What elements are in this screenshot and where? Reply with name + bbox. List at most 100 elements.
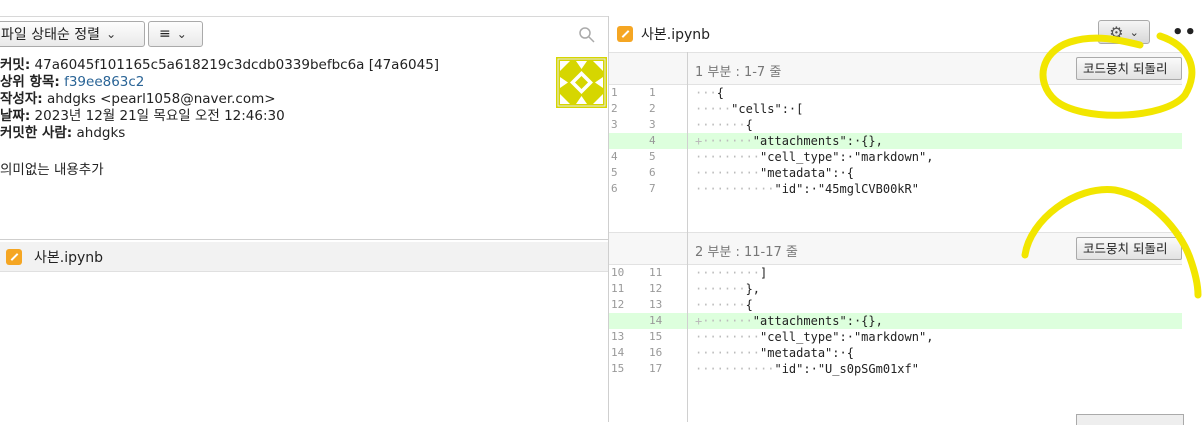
new-line-number: 17 — [649, 362, 663, 375]
code-text: ·······{ — [695, 297, 753, 313]
date-label: 날짜: — [0, 108, 31, 124]
code-content: { — [716, 86, 724, 100]
new-line-number: 16 — [649, 346, 663, 359]
hunk-title: 2 부분 : 11-17 줄 — [695, 245, 798, 260]
old-line-number: 11 — [611, 282, 625, 295]
old-line-number: 2 — [611, 102, 618, 115]
revert-hunk-button[interactable]: 코드뭉치 되돌리 — [1076, 237, 1182, 260]
code-content: "attachments":·{}, — [752, 134, 883, 148]
parent-hash-link[interactable]: f39ee863c2 — [64, 74, 144, 90]
code-text: ···········"id":·"45mglCVB00kR" — [695, 181, 919, 197]
diff-file-name: 사본.ipynb — [641, 27, 711, 43]
code-text: ·······{ — [695, 117, 753, 133]
parent-row: 상위 항목: f39ee863c2 — [0, 74, 560, 91]
new-line-number: 13 — [649, 298, 663, 311]
revert-hunk-button-partial[interactable] — [1076, 414, 1184, 425]
code-text: ·········"cell_type":·"markdown", — [695, 149, 933, 165]
new-line-number: 5 — [649, 150, 656, 163]
settings-dropdown[interactable]: ⚙ ⌄ — [1098, 20, 1150, 44]
code-text: +·······"attachments":·{}, — [695, 313, 883, 329]
commit-row: 커밋: 47a6045f101165c5a618219c3dcdb0339bef… — [0, 57, 560, 74]
whitespace-markers: ······· — [695, 282, 746, 296]
hunk-header: 1 부분 : 1-7 줄 코드뭉치 되돌리 — [609, 52, 1182, 85]
new-line-number: 15 — [649, 330, 663, 343]
code-text: ·········] — [695, 265, 767, 281]
context-line: 11 12 ·······}, — [609, 281, 1182, 297]
changed-file-name: 사본.ipynb — [34, 249, 104, 266]
whitespace-markers: ······· — [695, 118, 746, 132]
old-line-number: 15 — [611, 362, 625, 375]
code-content: ] — [760, 266, 768, 280]
commit-hash: 47a6045f101165c5a618219c3dcdb0339befbc6a… — [34, 57, 440, 73]
whitespace-markers: ········· — [695, 266, 761, 280]
code-content: { — [745, 298, 753, 312]
whitespace-markers: ········· — [695, 346, 761, 360]
whitespace-markers: +······· — [695, 134, 753, 148]
more-options-icon[interactable]: •• — [1172, 22, 1197, 43]
search-icon[interactable] — [578, 26, 596, 44]
whitespace-markers: ··········· — [695, 182, 775, 196]
new-line-number: 1 — [649, 86, 656, 99]
context-line: 4 5 ·········"cell_type":·"markdown", — [609, 149, 1182, 165]
chevron-down-icon: ⌄ — [1129, 25, 1139, 39]
code-text: ·········"cell_type":·"markdown", — [695, 329, 933, 345]
context-line: 1 1 ···{ — [609, 85, 1182, 101]
avatar — [556, 57, 607, 108]
committer-label: 커밋한 사람: — [0, 125, 73, 141]
committer-row: 커밋한 사람: ahdgks — [0, 125, 560, 142]
old-line-number: 5 — [611, 166, 618, 179]
author-value: ahdgks <pearl1058@naver.com> — [46, 91, 276, 107]
context-line: 14 16 ·········"metadata":·{ — [609, 345, 1182, 361]
old-line-number: 13 — [611, 330, 625, 343]
new-line-number: 3 — [649, 118, 656, 131]
context-line: 5 6 ·········"metadata":·{ — [609, 165, 1182, 181]
left-toolbar: 파일 상태순 정렬 ⌄ ≡ ⌄ — [0, 17, 608, 53]
whitespace-markers: ······· — [695, 298, 746, 312]
code-text: ·········"metadata":·{ — [695, 165, 854, 181]
old-line-number: 1 — [611, 86, 618, 99]
old-line-number: 6 — [611, 182, 618, 195]
modified-file-icon — [6, 248, 22, 265]
new-line-number: 4 — [649, 134, 656, 147]
new-line-number: 14 — [649, 314, 663, 327]
hunk-title: 1 부분 : 1-7 줄 — [695, 65, 782, 80]
code-content: { — [745, 118, 753, 132]
whitespace-markers: ········· — [695, 150, 761, 164]
list-icon: ≡ — [159, 26, 171, 42]
old-line-number: 14 — [611, 346, 625, 359]
added-line: 14 +·······"attachments":·{}, — [609, 313, 1182, 329]
date-row: 날짜: 2023년 12월 21일 목요일 오전 12:46:30 — [0, 108, 560, 125]
old-line-number: 12 — [611, 298, 625, 311]
code-text: ···{ — [695, 85, 724, 101]
whitespace-markers: ··· — [695, 86, 717, 100]
sort-dropdown[interactable]: 파일 상태순 정렬 ⌄ — [0, 21, 145, 47]
code-content: "metadata":·{ — [760, 166, 854, 180]
code-text: ·······}, — [695, 281, 760, 297]
new-line-number: 2 — [649, 102, 656, 115]
old-line-number: 10 — [611, 266, 625, 279]
code-text: ·····"cells":·[ — [695, 101, 803, 117]
commit-details-pane: 파일 상태순 정렬 ⌄ ≡ ⌄ 커밋: 47a6045f101165c5a618… — [0, 16, 608, 423]
context-line: 15 17 ···········"id":·"U_s0pSGm01xf" — [609, 361, 1182, 377]
code-text: ·········"metadata":·{ — [695, 345, 854, 361]
author-row: 작성자: ahdgks <pearl1058@naver.com> — [0, 91, 560, 108]
diff-pane: 사본.ipynb ⚙ ⌄ •• 1 부분 : 1-7 줄 코드뭉치 되돌리 1 1 ··… — [609, 16, 1202, 425]
changed-file-item[interactable]: 사본.ipynb — [0, 242, 608, 272]
view-mode-dropdown[interactable]: ≡ ⌄ — [148, 21, 203, 47]
commit-label: 커밋: — [0, 57, 31, 73]
context-line: 3 3 ·······{ — [609, 117, 1182, 133]
code-content: "cell_type":·"markdown", — [760, 330, 934, 344]
code-content: }, — [745, 282, 761, 296]
commit-message: 의미없는 내용추가 — [0, 162, 104, 178]
hunk-header: 2 부분 : 11-17 줄 코드뭉치 되돌리 — [609, 232, 1182, 265]
gear-icon: ⚙ — [1109, 22, 1124, 42]
whitespace-markers: ········· — [695, 166, 761, 180]
new-line-number: 11 — [649, 266, 663, 279]
whitespace-markers: +······· — [695, 314, 753, 328]
revert-hunk-button[interactable]: 코드뭉치 되돌리 — [1076, 57, 1182, 80]
whitespace-markers: ········· — [695, 330, 761, 344]
pane-divider[interactable] — [0, 239, 608, 240]
code-content: "cells":·[ — [731, 102, 804, 116]
commit-info: 커밋: 47a6045f101165c5a618219c3dcdb0339bef… — [0, 57, 560, 142]
top-band — [0, 0, 1202, 16]
